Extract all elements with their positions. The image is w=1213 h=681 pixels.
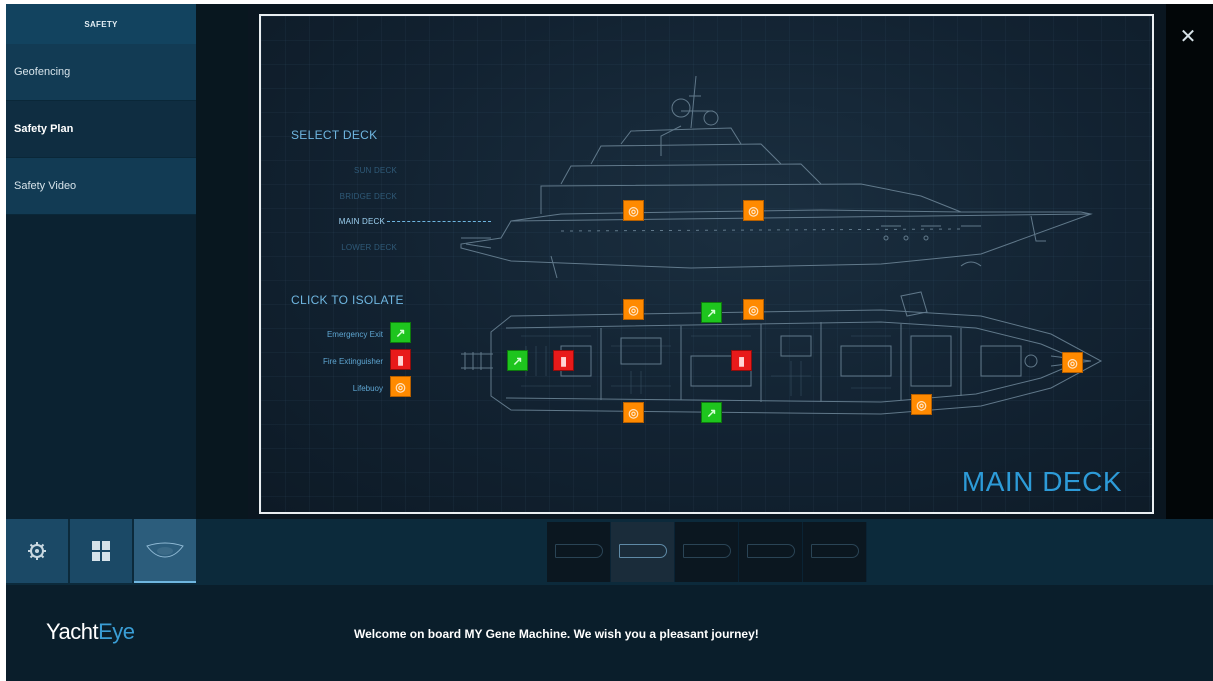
logo-text-eye: Eye: [98, 619, 135, 644]
deck-thumbnail-3[interactable]: [675, 522, 739, 582]
right-band: [1166, 4, 1213, 519]
bottom-toolbar: [6, 519, 1213, 585]
current-deck-title: MAIN DECK: [961, 466, 1122, 497]
emergency-exit-icon[interactable]: ↗: [390, 322, 411, 343]
main-deck-thumbnail[interactable]: [611, 522, 675, 582]
emergency-exit-marker: ↗: [701, 402, 722, 423]
sidebar-item-safety-plan[interactable]: Safety Plan: [6, 101, 196, 158]
welcome-message: Welcome on board MY Gene Machine. We wis…: [354, 627, 759, 641]
lifebuoy-marker: ◎: [743, 200, 764, 221]
safety-plan-viewer: SELECT DECK SUN DECK BRIDGE DECK MAIN DE…: [248, 4, 1166, 519]
deck-plan-frame: SELECT DECK SUN DECK BRIDGE DECK MAIN DE…: [259, 14, 1154, 514]
divider-band: [196, 4, 248, 519]
app-window: SAFETY Geofencing Safety Plan Safety Vid…: [6, 4, 1213, 681]
emergency-exit-marker: ↗: [507, 350, 528, 371]
deck-option-sun[interactable]: SUN DECK: [307, 166, 397, 175]
selected-deck-indicator: [387, 221, 491, 222]
yachteye-logo: YachtEye: [46, 619, 135, 645]
deck-thumbnails: [547, 522, 867, 582]
lifebuoy-marker: ◎: [623, 299, 644, 320]
deck-option-bridge[interactable]: BRIDGE DECK: [307, 192, 397, 201]
yacht-blueprint: [460, 75, 1103, 415]
deck-thumbnail-4[interactable]: [739, 522, 803, 582]
legend-label-lifebuoy[interactable]: Lifebuoy: [263, 384, 383, 393]
eye-button[interactable]: [134, 519, 196, 583]
lifebuoy-marker: ◎: [743, 299, 764, 320]
footer: YachtEye Welcome on board MY Gene Machin…: [6, 585, 1213, 681]
lifebuoy-marker: ◎: [623, 402, 644, 423]
lifebuoy-marker: ◎: [911, 394, 932, 415]
eye-icon: [146, 542, 184, 558]
click-to-isolate-title: CLICK TO ISOLATE: [291, 293, 404, 307]
settings-icon: [28, 542, 46, 560]
select-deck-title: SELECT DECK: [291, 128, 378, 142]
lifebuoy-marker: ◎: [1062, 352, 1083, 373]
emergency-exit-marker: ↗: [701, 302, 722, 323]
deck-option-lower[interactable]: LOWER DECK: [307, 243, 397, 252]
grid-icon: [92, 541, 110, 561]
grid-button[interactable]: [70, 519, 132, 583]
lifebuoy-marker: ◎: [623, 200, 644, 221]
deck-thumbnail-5[interactable]: [803, 522, 867, 582]
deck-option-main[interactable]: MAIN DECK: [295, 217, 385, 226]
fire-extinguisher-marker: ▮: [553, 350, 574, 371]
legend-label-emergency-exit[interactable]: Emergency Exit: [263, 330, 383, 339]
close-icon[interactable]: ✕: [1176, 24, 1200, 48]
sidebar-header: SAFETY: [6, 4, 196, 44]
sidebar-item-safety-video[interactable]: Safety Video: [6, 158, 196, 215]
hull-profile: [460, 209, 1093, 269]
sidebar: SAFETY Geofencing Safety Plan Safety Vid…: [6, 4, 196, 519]
fire-extinguisher-icon[interactable]: ▮: [390, 349, 411, 370]
fire-extinguisher-marker: ▮: [731, 350, 752, 371]
settings-button[interactable]: [6, 519, 68, 583]
lifebuoy-icon[interactable]: ◎: [390, 376, 411, 397]
logo-text-yacht: Yacht: [46, 619, 99, 644]
legend-label-fire-extinguisher[interactable]: Fire Extinguisher: [263, 357, 383, 366]
sidebar-item-geofencing[interactable]: Geofencing: [6, 44, 196, 101]
sun-deck-thumbnail[interactable]: [547, 522, 611, 582]
